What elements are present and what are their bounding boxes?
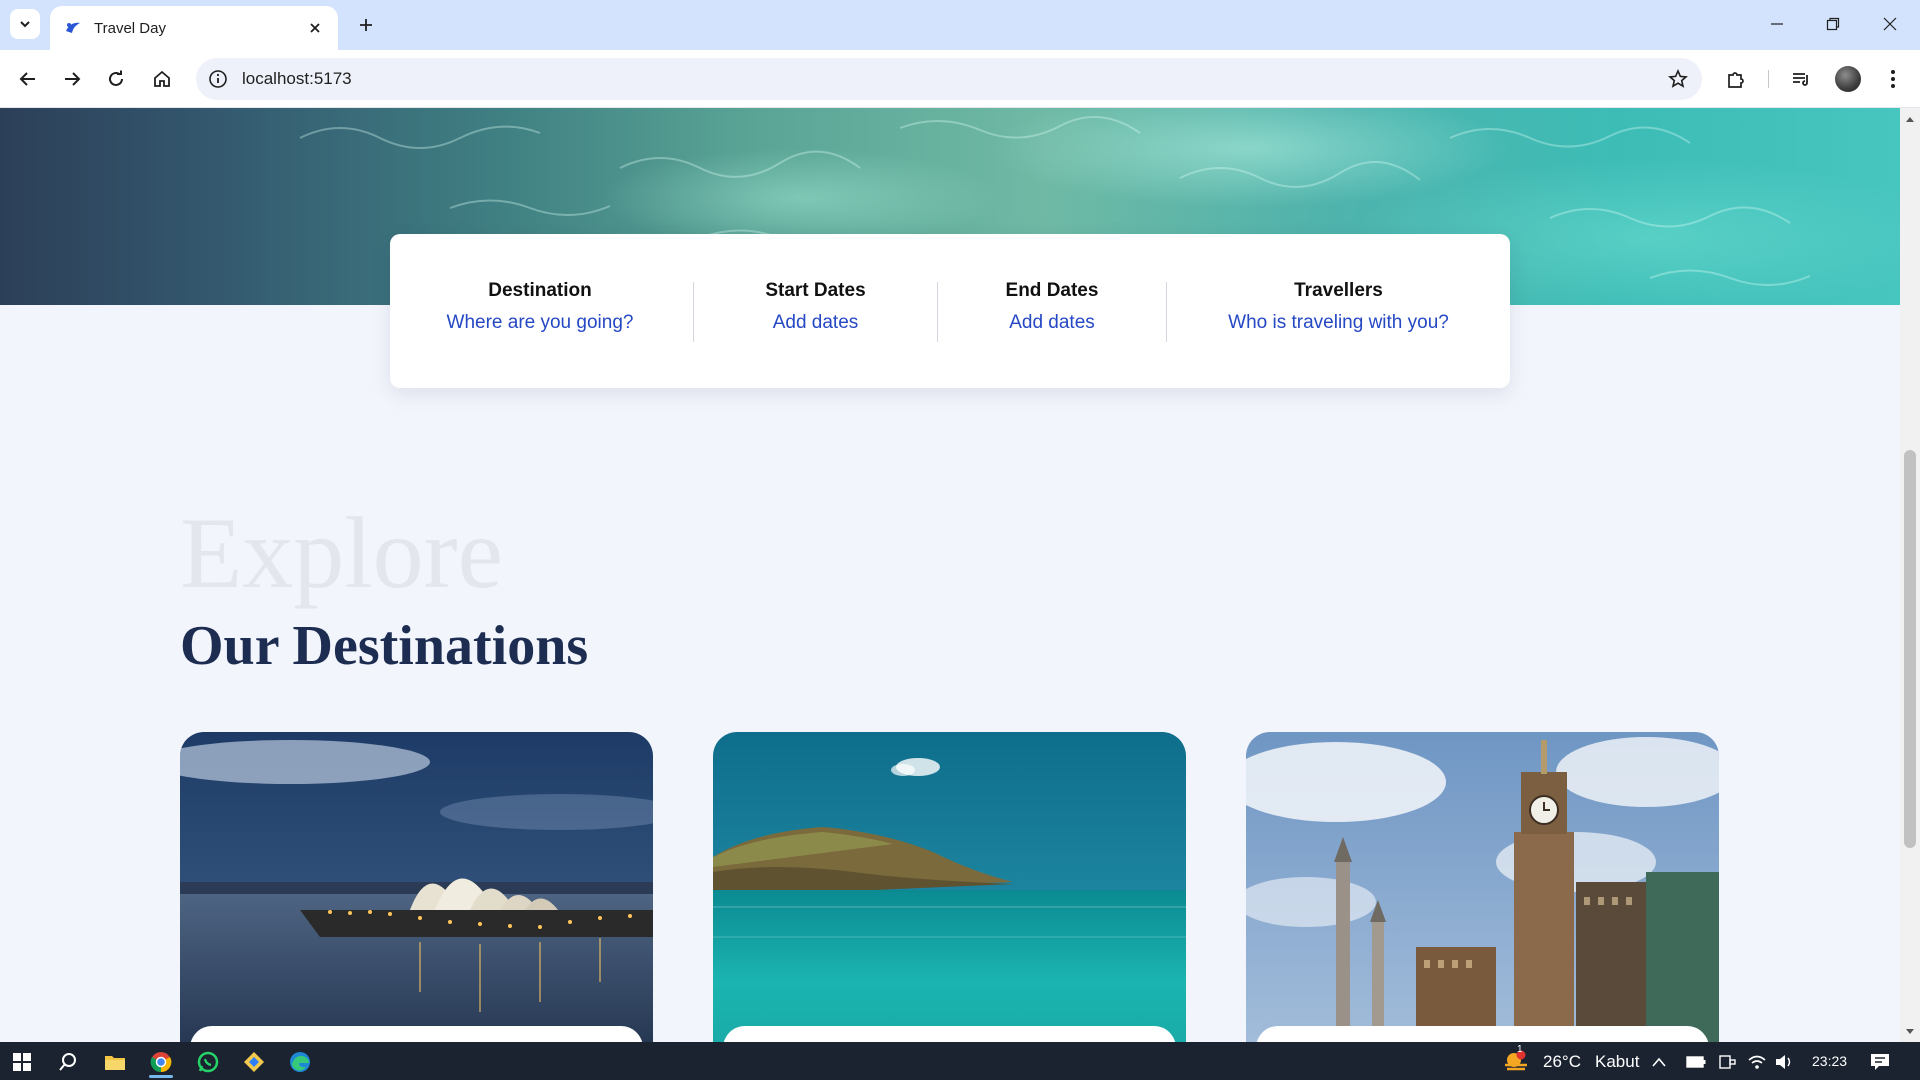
more-vertical-icon: [1891, 70, 1895, 88]
travellers-input[interactable]: Who is traveling with you?: [1167, 312, 1510, 334]
taskbar-whatsapp[interactable]: [188, 1046, 228, 1078]
weather-badge: 1: [1517, 1044, 1523, 1055]
tab-search-button[interactable]: [10, 9, 40, 39]
folder-icon: [105, 1056, 125, 1070]
chat-notification-icon: [1871, 1054, 1889, 1070]
search-form: Destination Where are you going? Start D…: [390, 234, 1510, 388]
show-hidden-icons-button[interactable]: [1647, 1046, 1671, 1078]
battery-icon[interactable]: [1684, 1046, 1708, 1078]
minimize-button[interactable]: [1757, 8, 1797, 40]
chevron-down-icon: [20, 21, 30, 28]
browser-tab-active[interactable]: Travel Day: [50, 6, 338, 50]
travellers-label: Travellers: [1294, 280, 1383, 301]
volume-icon[interactable]: [1772, 1046, 1796, 1078]
windows-taskbar: 1 26°C Kabut 23:23: [0, 1042, 1920, 1080]
reload-icon: [109, 70, 123, 86]
wifi-icon[interactable]: [1745, 1046, 1769, 1078]
travellers-field[interactable]: Travellers Who is traveling with you?: [1167, 234, 1510, 388]
address-bar[interactable]: localhost:5173: [196, 58, 1702, 100]
notifications-button[interactable]: [1862, 1046, 1898, 1078]
arrow-left-icon: [19, 72, 35, 86]
travel-favicon-icon: [64, 19, 82, 37]
weather-widget-icon[interactable]: [1496, 1046, 1536, 1078]
destination-card[interactable]: [1246, 732, 1719, 1042]
tropical-island-image: [713, 732, 1186, 1042]
scroll-up-icon[interactable]: [1904, 113, 1916, 125]
minimize-icon: [1771, 23, 1783, 25]
taskbar-search-button[interactable]: [48, 1046, 88, 1078]
destination-label: Destination: [488, 280, 592, 301]
tab-title: Travel Day: [94, 19, 166, 37]
browser-menu-button[interactable]: [1878, 64, 1908, 94]
active-app-indicator: [149, 1075, 173, 1078]
weather-description[interactable]: Kabut: [1595, 1052, 1639, 1072]
start-date-label: Start Dates: [765, 280, 866, 301]
windows-logo-icon: [13, 1053, 31, 1071]
destination-card[interactable]: [180, 732, 653, 1042]
diamond-app-icon: [244, 1052, 264, 1072]
profile-button[interactable]: [1833, 64, 1863, 94]
start-button[interactable]: [2, 1046, 42, 1078]
scroll-down-icon[interactable]: [1904, 1026, 1916, 1038]
destination-card[interactable]: [713, 732, 1186, 1042]
close-window-button[interactable]: [1870, 8, 1910, 40]
close-icon: [1883, 17, 1897, 31]
end-date-field[interactable]: End Dates Add dates: [938, 234, 1166, 388]
extensions-button[interactable]: [1721, 64, 1751, 94]
page-viewport: Destination Where are you going? Start D…: [0, 108, 1900, 1042]
sydney-opera-house-image: [180, 732, 653, 1042]
home-button[interactable]: [146, 63, 178, 95]
weather-haze-icon: [1505, 1050, 1527, 1071]
section-title: Our Destinations: [180, 615, 589, 677]
bookmark-star-icon[interactable]: [1666, 67, 1690, 91]
weather-temperature[interactable]: 26°C: [1543, 1052, 1581, 1072]
card-info-panel: [1256, 1026, 1709, 1042]
reload-button[interactable]: [100, 63, 132, 95]
browser-tab-bar: Travel Day: [0, 0, 1920, 50]
playlist-icon: [1793, 73, 1808, 86]
mecca-clock-tower-image: [1246, 732, 1719, 1042]
puzzle-icon: [1728, 72, 1744, 88]
device-icon[interactable]: [1715, 1046, 1739, 1078]
forward-button[interactable]: [56, 63, 88, 95]
home-icon: [154, 70, 170, 87]
whatsapp-icon: [197, 1051, 219, 1073]
avatar: [1835, 66, 1861, 92]
end-date-label: End Dates: [1005, 280, 1099, 301]
taskbar-file-explorer[interactable]: [95, 1046, 135, 1078]
restore-button[interactable]: [1813, 8, 1853, 40]
start-date-input[interactable]: Add dates: [694, 312, 937, 334]
browser-toolbar: localhost:5173: [0, 50, 1920, 108]
page-scrollbar[interactable]: [1900, 108, 1920, 1042]
taskbar-dev-app[interactable]: [234, 1046, 274, 1078]
new-tab-button[interactable]: [352, 11, 380, 39]
edge-icon: [290, 1052, 310, 1072]
card-info-panel: [723, 1026, 1176, 1042]
close-tab-icon[interactable]: [304, 17, 326, 39]
taskbar-edge[interactable]: [280, 1046, 320, 1078]
back-button[interactable]: [12, 63, 44, 95]
chrome-icon: [150, 1052, 172, 1073]
arrow-right-icon: [65, 72, 81, 86]
restore-icon: [1826, 17, 1840, 31]
end-date-input[interactable]: Add dates: [938, 312, 1166, 334]
media-control-button[interactable]: [1786, 64, 1816, 94]
card-info-panel: [190, 1026, 643, 1042]
section-kicker: Explore: [180, 497, 503, 610]
toolbar-separator: [1768, 70, 1769, 88]
start-date-field[interactable]: Start Dates Add dates: [694, 234, 937, 388]
taskbar-chrome[interactable]: [141, 1046, 181, 1078]
plus-icon: [360, 19, 372, 31]
destination-input[interactable]: Where are you going?: [390, 312, 690, 334]
chevron-up-icon: [1652, 1057, 1666, 1067]
site-info-icon[interactable]: [206, 67, 230, 91]
url-text: localhost:5173: [242, 69, 352, 88]
search-icon: [59, 1053, 76, 1071]
scrollbar-thumb[interactable]: [1904, 450, 1916, 848]
destination-field[interactable]: Destination Where are you going?: [390, 234, 690, 388]
clock-time[interactable]: 23:23: [1812, 1053, 1847, 1069]
